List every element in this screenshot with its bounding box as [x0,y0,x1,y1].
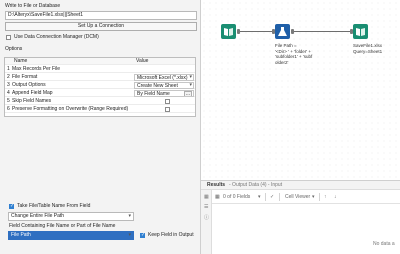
cell-viewer-dropdown-icon[interactable]: ▾ [312,190,315,204]
configuration-panel: Write to File or Database D:\Alteryx\Sav… [0,0,201,254]
header-name: Name [14,58,28,64]
cell-viewer-button[interactable]: Cell Viewer [285,190,310,204]
field-containing-label: Field Containing File Name or Part of Fi… [9,223,116,229]
connection-line [294,31,351,32]
change-mode-dropdown[interactable]: Change Entire File Path [8,212,134,221]
preserve-formatting-checkbox[interactable] [165,107,170,112]
row-number: 6 [7,106,10,112]
config-title: Write to File or Database [5,3,61,9]
results-title: Results [207,182,226,188]
table-icon[interactable]: ▦ [215,190,220,204]
results-toolbar: ▦ 0 of 0 Fields ▾ ✓ Cell Viewer ▾ ↑ ↓ [212,190,400,204]
table-row[interactable]: 3 Output Options Create New Sheet [5,82,195,89]
row-number: 4 [7,90,10,96]
file-path-input[interactable]: D:\Alteryx\SaveFile1.xlsx|||Sheet1 [5,11,197,20]
results-panel: Results - Output Data (4) - Input ▦ ☰ ⓘ … [201,180,400,254]
toolbar-separator [279,193,280,201]
sort-up-icon[interactable]: ↑ [324,190,327,204]
row-number: 5 [7,98,10,104]
keep-field-checkbox[interactable] [140,232,145,238]
input-data-tool[interactable] [221,24,236,39]
output-data-tool[interactable] [353,24,368,39]
connection-line [240,31,273,32]
metadata-icon[interactable]: ☰ [204,204,208,210]
take-name-from-field-checkbox[interactable] [9,203,14,209]
data-view-icon[interactable]: ▦ [204,194,209,200]
table-row[interactable]: 6 Preserve Formatting on Overwrite (Rang… [5,106,195,113]
book-icon [356,28,365,36]
table-row[interactable]: 1 Max Records Per File [5,66,195,73]
table-row[interactable]: 2 File Format Microsoft Excel (*.xlsx) [5,74,195,81]
append-field-map-text: By Field Name [137,91,170,97]
keep-field-label: Keep Field in Output [148,232,194,238]
toolbar-separator [319,193,320,201]
row-name: File Format [12,74,38,80]
append-field-map-value[interactable]: By Field Name ... [134,90,194,97]
row-name: Output Options [12,82,46,88]
fields-selector[interactable]: 0 of 0 Fields [223,190,250,204]
skip-field-names-checkbox[interactable] [165,99,170,104]
workflow-canvas[interactable]: File Path = '<Dir> ' + 'folder' + 'subfo… [201,0,400,180]
flask-icon [278,27,287,36]
output-annotation: SaveFile1.xlsx Query=Sheet1 [353,43,383,54]
results-header: Results - Output Data (4) - Input [201,181,400,190]
output-options-dropdown[interactable]: Create New Sheet [134,82,194,89]
fields-dropdown-icon[interactable]: ▾ [258,190,261,204]
sort-down-icon[interactable]: ↓ [334,190,337,204]
set-up-connection-button[interactable]: Set Up a Connection [5,22,197,31]
header-value: Value [136,58,149,64]
row-number: 3 [7,82,10,88]
field-select-dropdown[interactable]: File Path [8,231,134,240]
options-label: Options [5,46,23,52]
row-number: 1 [7,66,10,72]
row-name: Append Field Map [12,90,53,96]
row-name: Skip Field Names [12,98,52,104]
take-name-from-field-label: Take File/Table Name From Field [17,203,91,209]
no-data-message: No data a [373,241,395,247]
table-row[interactable]: 5 Skip Field Names [5,98,195,105]
formula-annotation: File Path = '<Dir> ' + 'folder' + 'subfo… [275,43,313,65]
messages-icon[interactable]: ⓘ [204,214,209,221]
table-row[interactable]: 4 Append Field Map By Field Name ... [5,90,195,97]
toolbar-separator [265,193,266,201]
row-number: 2 [7,74,10,80]
row-name: Max Records Per File [12,66,61,72]
options-table: Name Value 1 Max Records Per File 2 File… [4,57,196,117]
table-header: Name Value [5,58,195,65]
use-dcm-checkbox[interactable] [6,35,11,40]
formula-tool[interactable] [275,24,290,39]
book-icon [224,28,233,36]
append-field-map-ellipsis-button[interactable]: ... [184,91,192,96]
file-format-dropdown[interactable]: Microsoft Excel (*.xlsx) [134,74,194,81]
use-dcm-label: Use Data Connection Manager (DCM) [14,34,99,40]
results-sidebar: ▦ ☰ ⓘ [201,190,212,254]
row-value[interactable] [134,66,194,73]
results-subtitle: - Output Data (4) - Input [229,182,283,188]
row-name: Preserve Formatting on Overwrite (Range … [12,106,129,112]
check-icon[interactable]: ✓ [270,190,274,204]
